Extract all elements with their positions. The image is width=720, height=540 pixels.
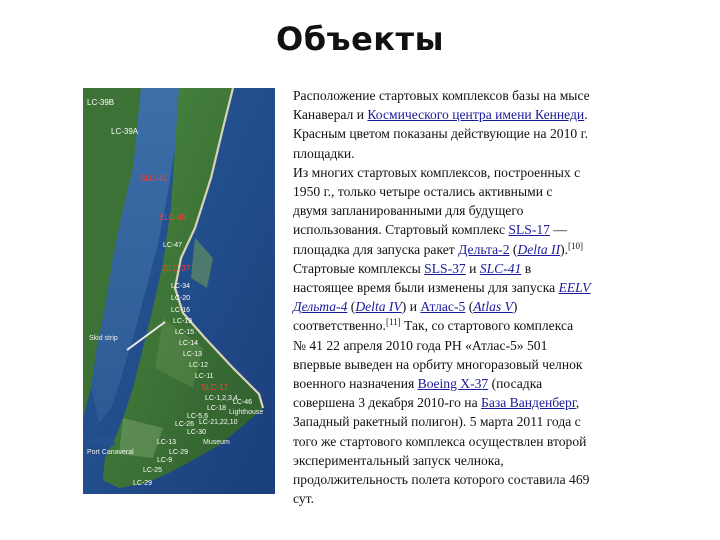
text-line: Западный ракетный полигон). 5 марта 2011… <box>293 414 581 430</box>
link-slc-41[interactable]: SLC-41 <box>480 261 522 276</box>
pad-label-lc19: LC-19 <box>173 318 192 325</box>
pad-label-lc25: LC-25 <box>143 467 162 474</box>
pad-label-slc41: SLC-41 <box>140 174 168 183</box>
text-line: продолжительность полета которого состав… <box>293 472 590 488</box>
pad-label-slc17: SLC-17 <box>201 383 229 392</box>
link-delta-2[interactable]: Дельта-2 <box>458 242 509 257</box>
link-delta-ii[interactable]: Delta II <box>517 242 560 257</box>
article-text: Расположение стартовых комплексов базы н… <box>293 86 665 508</box>
text-line: Стартовые комплексы SLS-37 и SLC-41 в <box>293 260 532 276</box>
link-eelv[interactable]: EELV <box>559 280 591 295</box>
pad-label-lc12: LC-12 <box>189 362 208 369</box>
link-sls-37[interactable]: SLS-37 <box>424 261 466 276</box>
text-line: 1950 г., только четыре остались активным… <box>293 184 553 200</box>
text-line: настоящее время были изменены для запуск… <box>293 280 591 296</box>
link-delta-4[interactable]: Дельта-4 <box>293 299 347 314</box>
pad-label-lc9: LC-9 <box>157 457 172 464</box>
link-vandenberg-base[interactable]: База Ванденберг <box>481 395 576 410</box>
place-label-museum: Museum <box>203 439 230 446</box>
link-atlas-v[interactable]: Atlas V <box>473 299 513 314</box>
cape-canaveral-map: LC-39B LC-39A SLC-41 SLC-40 LC-47 SLC-37… <box>83 88 275 494</box>
text-line: площадка для запуска ракет Дельта-2 (Del… <box>293 240 584 257</box>
pad-label-lc20: LC-20 <box>171 295 190 302</box>
text-line: Красным цветом показаны действующие на 2… <box>293 126 589 142</box>
pad-label-lc34: LC-34 <box>171 283 190 290</box>
link-kennedy-space-center[interactable]: Космического центра имени Кеннеди <box>367 107 584 122</box>
pad-label-slc37: SLC-37 <box>163 264 191 273</box>
pad-label-lc26: LC-26 <box>175 421 194 428</box>
text-line: двумя запланированными для будущего <box>293 203 524 219</box>
pad-label-lc18: LC-18 <box>207 405 226 412</box>
text-line: совершена 3 декабря 2010-го на База Ванд… <box>293 395 580 411</box>
place-label-skid-strip: Skid strip <box>89 335 118 342</box>
text-line: Из многих стартовых комплексов, построен… <box>293 164 581 180</box>
pad-label-lc15: LC-15 <box>175 329 194 336</box>
text-line: площадки. <box>293 145 355 161</box>
text-line: использования. Стартовый комплекс SLS-17… <box>293 222 567 238</box>
pad-label-lc11: LC-11 <box>195 373 214 380</box>
text-line: Расположение стартовых комплексов базы н… <box>293 88 590 103</box>
reference-11[interactable]: [11] <box>386 317 401 327</box>
pad-label-lc16: LC-16 <box>171 307 190 314</box>
pad-label-lc39b: LC-39B <box>87 98 114 107</box>
text-line: экспериментальный запуск челнока, <box>293 452 504 468</box>
link-sls-17[interactable]: SLS-17 <box>508 222 550 237</box>
text-line: соответственно.[11] Так, со стартового к… <box>293 317 574 334</box>
pad-label-lc30: LC-30 <box>187 429 206 436</box>
text-line: впервые выведен на орбиту многоразовый ч… <box>293 356 583 372</box>
satellite-map-image: LC-39B LC-39A SLC-41 SLC-40 LC-47 SLC-37… <box>83 88 275 494</box>
pad-label-lc46: LC-46 <box>233 399 252 406</box>
place-label-port-canaveral: Port Canaveral <box>87 449 134 456</box>
pad-label-lc21: LC-21,22,10 <box>199 419 238 426</box>
pad-label-slc40: SLC-40 <box>159 213 187 222</box>
pad-label-lc29: LC-29 <box>169 449 188 456</box>
text-line: военного назначения Boeing X-37 (посадка <box>293 376 543 392</box>
pad-label-lc39a: LC-39A <box>111 127 139 136</box>
slide-title: Объекты <box>276 20 444 58</box>
pad-label-lc13b: LC-13 <box>157 439 176 446</box>
pad-label-lc13: LC-13 <box>183 351 202 358</box>
reference-10[interactable]: [10] <box>568 241 583 251</box>
pad-label-lc47: LC-47 <box>163 242 182 249</box>
pad-label-lc14: LC-14 <box>179 340 198 347</box>
text-line: Дельта-4 (Delta IV) и Атлас-5 (Atlas V) <box>293 299 518 315</box>
link-atlas-5[interactable]: Атлас-5 <box>420 299 465 314</box>
link-delta-iv[interactable]: Delta IV <box>355 299 401 314</box>
text-line: Канаверал и Космического центра имени Ке… <box>293 107 588 123</box>
pad-label-lc29b: LC-29 <box>133 480 152 487</box>
place-label-lighthouse: Lighthouse <box>229 409 263 416</box>
link-boeing-x-37[interactable]: Boeing X-37 <box>418 376 489 391</box>
text-line: того же стартового комплекса осуществлен… <box>293 433 587 449</box>
text-line: № 41 22 апреля 2010 года РН «Атлас-5» 50… <box>293 337 548 353</box>
text-line: сут. <box>293 491 314 507</box>
